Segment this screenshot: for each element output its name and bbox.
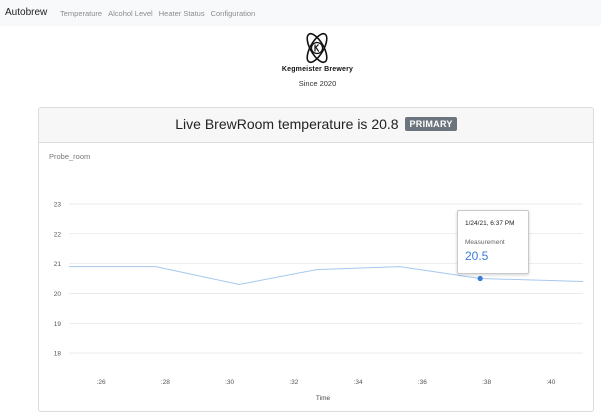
x-tick-label: :36 <box>418 379 427 386</box>
x-tick-label: :30 <box>225 379 234 386</box>
tooltip-date: 1/24/21, 6:37 PM <box>465 220 515 227</box>
chart-tooltip: 1/24/21, 6:37 PM Measurement 20.5 <box>457 210 529 274</box>
temperature-chart[interactable]: Probe_room 18 19 20 21 22 23 :26 :28 :30 :32 :34:… <box>0 0 601 418</box>
y-tick-label: 19 <box>54 321 62 328</box>
y-tick-label: 23 <box>54 201 62 208</box>
x-tick-label: :38 <box>482 379 491 386</box>
x-axis-label: Time <box>316 395 331 402</box>
chart-title: Probe_room <box>49 152 90 161</box>
highlighted-data-point <box>477 275 483 282</box>
x-tick-label: :40 <box>546 379 555 386</box>
x-tick-label: :32 <box>289 379 298 386</box>
tooltip-label: Measurement <box>465 239 505 246</box>
y-tick-label: 20 <box>54 291 62 298</box>
y-tick-label: 21 <box>54 261 62 268</box>
y-tick-label: 18 <box>54 351 62 358</box>
tooltip-value: 20.5 <box>465 249 489 263</box>
x-tick-label: :34 <box>354 379 363 386</box>
y-tick-label: 22 <box>54 231 62 238</box>
x-tick-label: :26 <box>97 379 106 386</box>
x-tick-label: :28 <box>161 379 170 386</box>
